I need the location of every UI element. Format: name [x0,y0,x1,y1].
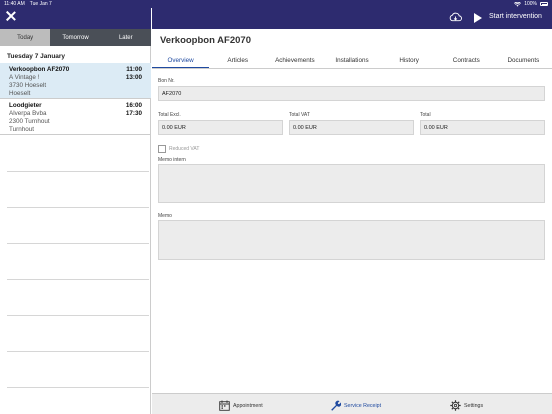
appointment-item[interactable]: Verkoopbon AF2070 A Vintage ! 3730 Hoese… [0,63,151,99]
appointment-city: Hoeselt [9,90,31,97]
reduced-vat-checkbox[interactable] [158,145,166,153]
tab-contracts[interactable]: Contracts [438,52,495,68]
appointment-item[interactable]: Loodgieter Alverpa Bvba 2300 Turnhout Tu… [0,99,151,135]
calendar-icon [219,400,230,411]
footer-service-receipt-label: Service Receipt [344,402,382,409]
footer-appointment[interactable]: Appointment [219,400,263,411]
total-vat-field[interactable]: 0.00 EUR [289,120,414,135]
tab-tomorrow[interactable]: Tomorrow [50,29,100,46]
footer-settings[interactable]: Settings [450,400,483,411]
start-intervention-button[interactable]: Start intervention [489,13,542,20]
appointment-customer: Alverpa Bvba [9,110,47,117]
total-excl-field[interactable]: 0.00 EUR [158,120,283,135]
appointment-start-time: 11:00 [126,66,142,73]
total-label: Total [420,112,431,118]
play-icon[interactable] [474,13,482,23]
close-icon[interactable] [6,11,16,21]
appointment-city: Turnhout [9,126,34,133]
appointment-address: 2300 Turnhout [9,118,50,125]
cloud-sync-icon[interactable] [449,12,462,22]
total-vat-label: Total VAT [289,112,310,118]
appointment-start-time: 16:00 [125,102,142,109]
appointment-sidebar: Today Tomorrow Later Tuesday 7 January V… [0,0,151,414]
footer-appointment-label: Appointment [233,402,263,409]
wifi-icon [514,1,522,7]
total-field[interactable]: 0.00 EUR [420,120,545,135]
list-divider [7,279,149,280]
memo-intern-textarea[interactable] [158,164,545,203]
wrench-icon [331,400,341,411]
total-excl-label: Total Excl. [158,112,181,118]
day-filter-tabs: Today Tomorrow Later [0,29,151,46]
list-divider [7,171,149,172]
list-divider [7,315,149,316]
memo-label: Memo [158,213,172,219]
tab-documents[interactable]: Documents [495,52,552,68]
tab-achievements[interactable]: Achievements [266,52,323,68]
detail-tabs: Overview Articles Achievements Installat… [152,52,552,69]
tab-installations[interactable]: Installations [323,52,380,68]
status-bar: 11:40 AM Tue Jan 7 100% [0,0,552,8]
list-divider [7,387,149,388]
gear-icon [450,400,461,411]
list-divider [7,207,149,208]
appointment-title: Verkoopbon AF2070 [9,66,70,73]
tab-overview[interactable]: Overview [152,52,210,68]
appointment-address: 3730 Hoeselt [9,82,47,89]
battery-percent: 100% [524,1,537,7]
battery-icon [540,2,548,6]
day-heading: Tuesday 7 January [7,53,66,60]
reduced-vat-label: Reduced VAT [169,146,200,152]
appointment-title: Loodgieter [9,102,42,109]
tab-today[interactable]: Today [0,29,51,46]
bottom-tab-bar: Appointment Service Receipt Settings [152,393,552,414]
bon-nr-label: Bon Nr. [158,78,175,84]
footer-service-receipt[interactable]: Service Receipt [330,400,381,411]
tab-later[interactable]: Later [101,29,151,46]
memo-textarea[interactable] [158,220,545,260]
footer-settings-label: Settings [464,402,484,409]
tab-articles[interactable]: Articles [209,52,266,68]
list-divider [7,243,149,244]
appointment-customer: A Vintage ! [9,74,40,81]
page-title: Verkoopbon AF2070 [160,35,251,46]
appointment-end-time: 13:00 [125,74,142,81]
memo-intern-label: Memo intern [158,157,186,163]
tab-history[interactable]: History [381,52,438,68]
list-divider [7,351,149,352]
bon-nr-field[interactable]: AF2070 [158,86,545,101]
status-time: 11:40 AM [4,1,25,7]
appointment-end-time: 17:30 [125,110,142,117]
status-date: Tue Jan 7 [29,1,52,7]
